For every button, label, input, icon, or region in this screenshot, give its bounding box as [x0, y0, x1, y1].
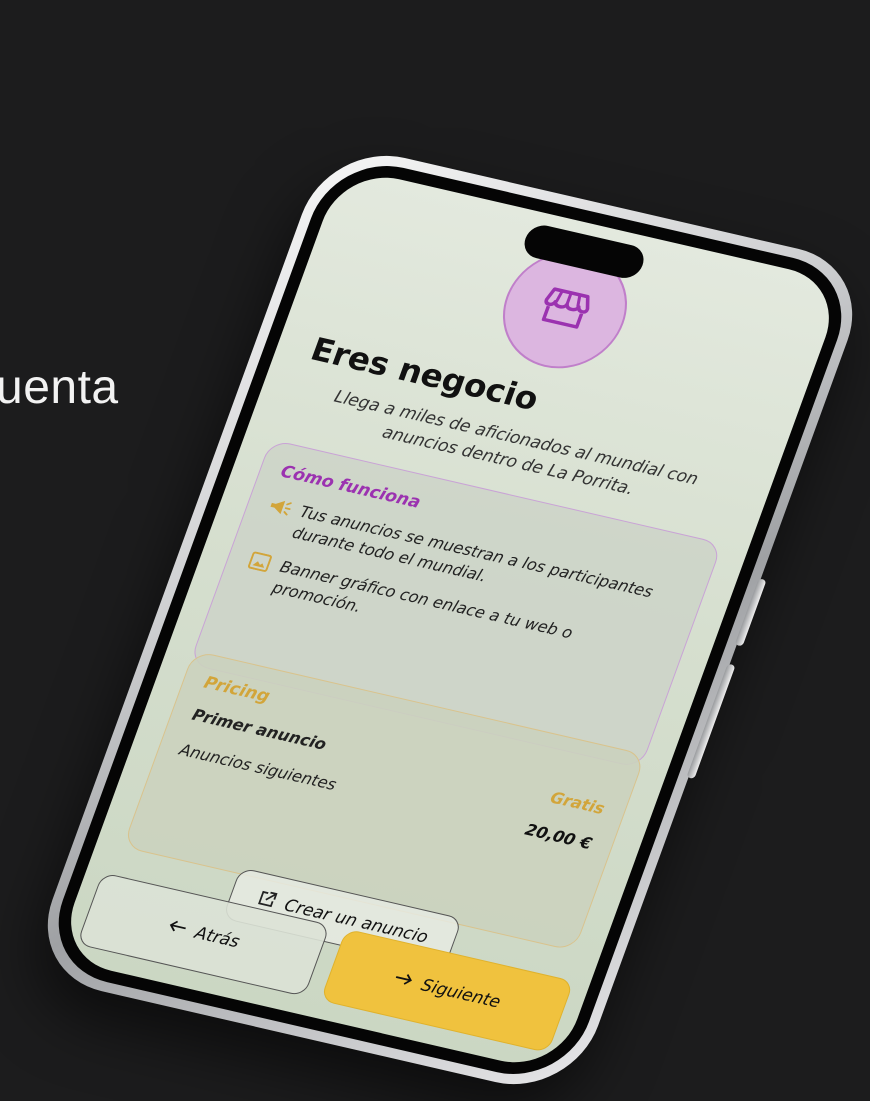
megaphone-icon [265, 494, 294, 520]
image-icon [245, 549, 274, 575]
pricing-row-value: 20,00 € [522, 819, 595, 854]
next-label: Siguiente [418, 975, 504, 1013]
storefront-icon [535, 284, 595, 336]
pricing-row-value: Gratis [547, 787, 608, 818]
background-heading-fragment: uenta [0, 361, 119, 414]
back-label: Atrás [191, 923, 243, 953]
phone-mockup: Eres negocio Llega a miles de aficionado… [25, 140, 870, 1100]
arrow-right-icon [391, 969, 415, 992]
arrow-left-icon [165, 917, 189, 940]
